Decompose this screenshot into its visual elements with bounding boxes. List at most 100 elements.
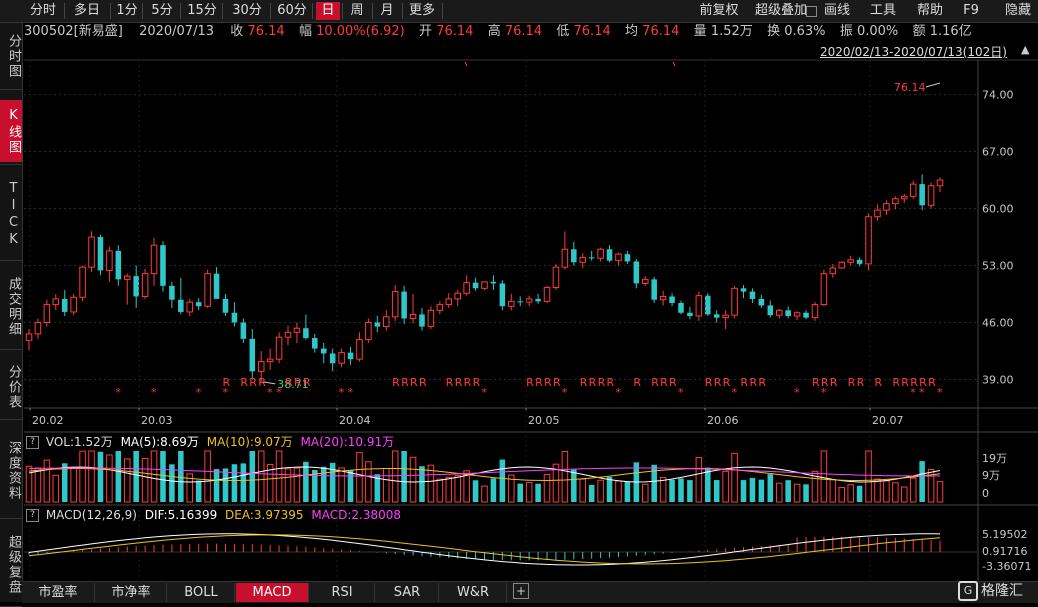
volume-bar [365,461,372,503]
candle-body [222,298,229,313]
toolbar-right-2[interactable]: 画线 [820,2,854,20]
candle-body [615,253,622,262]
period-tab-5[interactable]: 30分 [226,2,268,20]
indicator-tab-2[interactable]: BOLL [168,583,235,602]
period-tab-0[interactable]: 分时 [24,2,62,20]
volume-label: 量 [693,24,707,39]
volume-bar [687,480,693,502]
sidebar-divider [0,349,22,350]
event-star: * [794,386,800,399]
max-pointer [925,82,941,88]
period-tab-8[interactable]: 周 [344,2,370,20]
sidebar-item-1[interactable]: K线图 [0,100,22,162]
sidebar-item-4[interactable]: 分价表 [0,357,22,417]
volume-bar [785,480,791,502]
period-tab-10[interactable]: 更多 [404,2,440,20]
period-tab-1[interactable]: 多日 [66,2,108,20]
question-icon[interactable]: ? [26,509,39,522]
toolbar-right-4[interactable]: 帮助 [910,2,950,20]
toolbar-right-5[interactable]: F9 [960,2,982,20]
candle-body [543,287,551,302]
candle-body [106,250,113,271]
add-indicator-button[interactable]: + [513,583,529,599]
overlay-checkbox[interactable] [806,6,817,17]
date-range-label[interactable]: 2020/02/13-2020/07/13(102日) [820,43,1007,60]
period-tab-2[interactable]: 1分 [114,2,140,20]
candle-body [472,282,479,289]
candle-body [909,183,917,197]
max-price-label: 76.14 [894,81,926,94]
toolbar-right-3[interactable]: 工具 [866,2,900,20]
toolbar-divider [312,3,313,19]
macd-dif-line [28,533,941,566]
candle-body [775,309,783,316]
reform-marker: R [758,376,766,389]
candle-body [141,273,149,297]
candle-body [25,333,33,341]
toolbar-right-6[interactable]: 隐藏 [1000,2,1036,20]
reform-marker: R [455,376,463,389]
volume-bar [767,474,774,502]
candle-body [892,198,899,205]
indicator-tab-6[interactable]: W&R [440,583,507,602]
sidebar-item-2[interactable]: TICK [0,172,22,258]
macd-dea: DEA:3.97395 [225,508,304,522]
period-tab-6[interactable]: 60分 [274,2,310,20]
volume-bar [79,450,86,503]
toolbar-divider [342,3,343,19]
reform-marker: R [580,376,588,389]
avg-label: 均 [625,24,639,39]
sidebar-item-5[interactable]: 深度资料 [0,426,22,516]
indicator-tab-0[interactable]: 市盈率 [22,583,95,602]
candle-body [588,257,595,259]
volume-bar [454,475,461,503]
high-label: 高 [487,24,501,39]
volume-bar [838,486,846,503]
price-tick-label: 60.00 [982,203,1014,216]
indicator-tab-1[interactable]: 市净率 [96,583,167,602]
candle-body [186,301,194,313]
toolbar-right-0[interactable]: 前复权 [697,2,741,20]
range-dropdown-icon[interactable]: ▲ [1021,43,1029,56]
reform-marker: R [303,376,311,389]
macd-title: MACD(12,26,9) [45,508,137,522]
volume-bar [847,484,854,503]
candle-body [659,295,667,301]
volume-bar [409,456,417,503]
period-tab-3[interactable]: 5分 [146,2,178,20]
candle-body [374,322,381,327]
candle-body [713,314,720,318]
reform-marker: R [392,376,400,389]
volume-bar [106,454,113,503]
volume-bar [624,481,631,502]
question-icon[interactable]: ? [26,436,39,449]
volume-bar [150,450,158,503]
candle-body [803,312,809,318]
candle-body [517,301,523,303]
reform-marker: R [812,376,820,389]
sidebar-divider [0,89,22,90]
price-tick-label: 74.00 [982,89,1014,102]
indicator-tab-4[interactable]: RSI [310,583,375,602]
volume-bar [606,476,613,502]
period-tab-7[interactable]: 日 [316,2,340,20]
macd-header: ? MACD(12,26,9) DIF:5.16399 DEA:3.97395 … [26,507,401,523]
sidebar-item-3[interactable]: 成交明细 [0,267,22,347]
candle-body [427,309,435,328]
volume-bar [775,482,783,503]
sidebar-item-0[interactable]: 分时图 [0,25,22,87]
indicator-tab-3[interactable]: MACD [236,583,309,602]
reform-marker: R [553,376,561,389]
period-tab-9[interactable]: 月 [374,2,400,20]
candle-body [52,298,60,306]
volume-bar [678,478,684,502]
reform-marker: R [598,376,606,389]
sidebar-item-6[interactable]: 超级复盘 [0,526,22,604]
event-star: * [910,386,916,399]
period-tab-4[interactable]: 15分 [184,2,220,20]
reform-marker: R [258,376,266,389]
indicator-tab-5[interactable]: SAR [376,583,439,602]
candle-body [284,331,292,338]
toolbar-right-1[interactable]: 超级叠加 [750,2,812,20]
logo-icon: G [958,581,978,601]
